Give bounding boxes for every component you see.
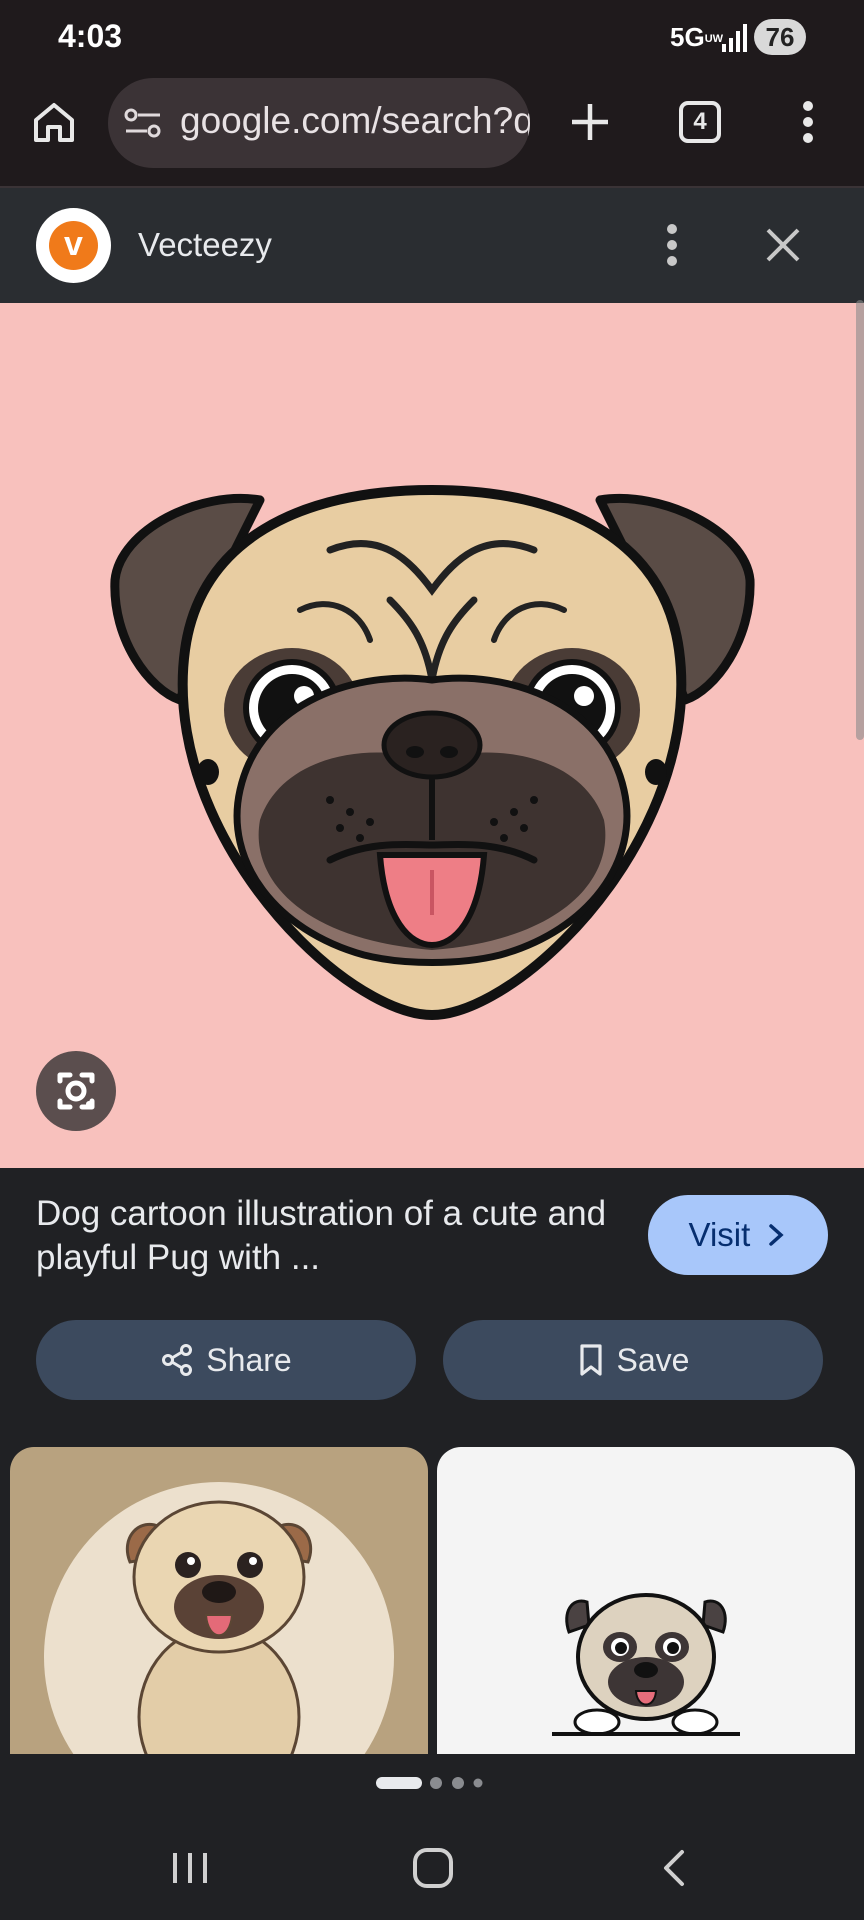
- pug-illustration: [110, 484, 755, 1021]
- share-icon: [162, 1344, 193, 1376]
- chevron-right-icon: [769, 1224, 785, 1246]
- plus-icon[interactable]: [566, 98, 614, 146]
- source-header: [0, 188, 864, 303]
- carousel-page-dots: [376, 1777, 483, 1789]
- pug-peeking-illustration: [552, 1593, 740, 1736]
- related-image-2[interactable]: [437, 1447, 855, 1754]
- lens-search-button[interactable]: [36, 1051, 116, 1131]
- visit-label: Visit: [688, 1216, 751, 1253]
- source-name[interactable]: Vecteezy: [138, 226, 272, 264]
- nav-back-icon[interactable]: [660, 1848, 688, 1888]
- address-bar[interactable]: google.com/search?q: [108, 78, 530, 168]
- tune-icon[interactable]: [124, 107, 162, 139]
- network-sub-label: UW: [704, 33, 724, 46]
- status-time: 4:03: [58, 18, 123, 54]
- scrollbar[interactable]: [856, 300, 864, 740]
- bookmark-icon: [579, 1344, 602, 1376]
- share-button[interactable]: Share: [36, 1320, 416, 1400]
- more-vert-icon[interactable]: [796, 98, 820, 146]
- home-icon[interactable]: [30, 98, 78, 146]
- close-icon[interactable]: [760, 222, 806, 268]
- main-image[interactable]: [0, 303, 864, 1168]
- visit-button[interactable]: Visit: [648, 1195, 828, 1275]
- signal-icon: [722, 24, 747, 52]
- related-image-1[interactable]: [10, 1447, 428, 1754]
- pug-sitting-illustration: [44, 1482, 394, 1754]
- save-label: Save: [616, 1341, 690, 1378]
- tabs-icon[interactable]: 4: [679, 101, 721, 143]
- battery-indicator: 76: [754, 19, 806, 55]
- nav-recent-icon[interactable]: [170, 1850, 210, 1886]
- image-title[interactable]: Dog cartoon illustration of a cute and p…: [36, 1192, 636, 1280]
- url-text: google.com/search?q: [180, 100, 530, 141]
- network-indicator: 5GUW: [670, 22, 724, 52]
- share-label: Share: [206, 1341, 292, 1378]
- lens-icon: [57, 1072, 95, 1110]
- logo-letter: v: [64, 225, 83, 263]
- vecteezy-logo: v: [36, 208, 111, 283]
- logo-mark: v: [49, 221, 98, 270]
- source-menu-icon[interactable]: [660, 222, 684, 268]
- nav-home-icon[interactable]: [412, 1847, 454, 1889]
- save-button[interactable]: Save: [443, 1320, 823, 1400]
